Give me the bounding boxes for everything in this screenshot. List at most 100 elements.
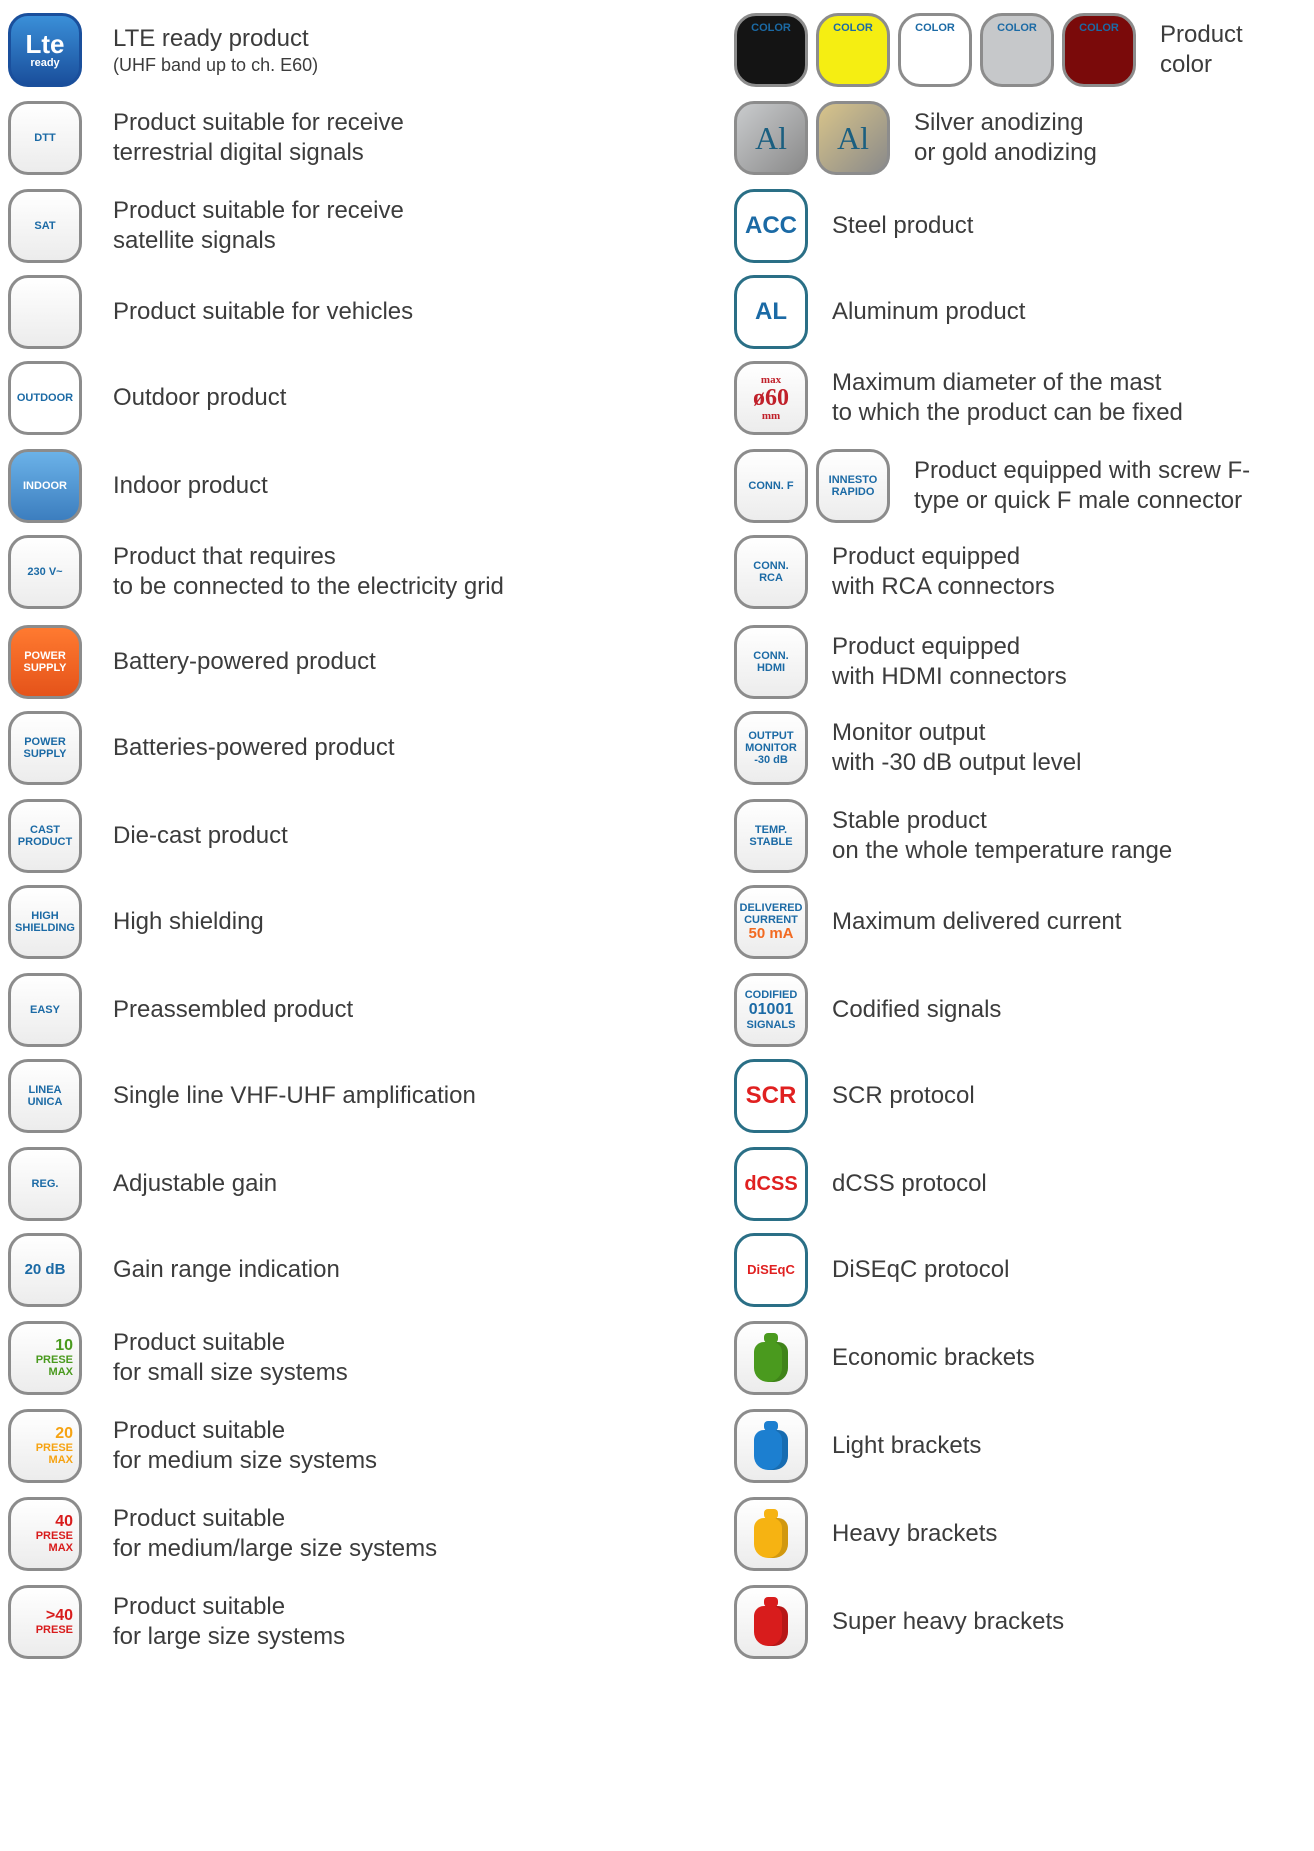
label-line: Indoor product xyxy=(113,472,268,499)
icon-label: MAX xyxy=(48,1542,73,1554)
weight-shape xyxy=(754,1333,788,1382)
icon-group: EASY xyxy=(8,973,82,1047)
row-temp: TEMP. STABLE Stable product on the whole te… xyxy=(710,796,1172,876)
label-line: Product suitable xyxy=(113,1417,286,1444)
icon-group: CONN. HDMI xyxy=(734,625,808,699)
label-line: with -30 dB output level xyxy=(832,749,1082,776)
row-indoor: INDOOR Indoor product xyxy=(0,446,650,526)
aluminum-icon: AL xyxy=(734,275,808,349)
icon-label: UNICA xyxy=(27,1096,63,1108)
satellite-dish-icon: SAT xyxy=(8,189,82,263)
right-label-color: Product color xyxy=(1160,20,1243,80)
row-p20: 20 PRESE MAX Product suitable for medium siz… xyxy=(0,1406,650,1486)
label-line: Product suitable xyxy=(113,1329,286,1356)
icon-label: SHIELDING xyxy=(15,922,75,934)
weight-red-icon xyxy=(734,1585,808,1659)
label-line: Maximum delivered current xyxy=(832,908,1122,935)
icon-label: DTT xyxy=(34,132,56,144)
label-line: Product suitable xyxy=(113,1505,286,1532)
right-label-anod: Silver anodizing or gold anodizing xyxy=(914,108,1097,168)
row-acc: ACC Steel product xyxy=(710,186,973,266)
row-product-color: COLOR COLOR COLOR COLOR COLOR Product color xyxy=(710,10,1243,90)
right-label-rca: Product equipped with RCA connectors xyxy=(832,542,1055,602)
label-line: Product suitable for receive xyxy=(113,109,404,136)
left-label-lte: LTE ready product (UHF band up to ch. E60… xyxy=(113,24,318,76)
icon-label: ACC xyxy=(745,212,797,239)
row-rca: CONN. RCA Product equipped with RCA connect… xyxy=(710,532,1055,612)
single-line-icon: LINEA UNICA xyxy=(8,1059,82,1133)
gain-range-icon: 20 dB xyxy=(8,1233,82,1307)
icon-group: max ø60 mm xyxy=(734,361,808,435)
swatch-label: COLOR xyxy=(997,22,1037,34)
swatch-label: COLOR xyxy=(833,22,873,34)
icon-group: dCSS xyxy=(734,1147,808,1221)
label-line: Super heavy brackets xyxy=(832,1608,1065,1635)
label-line: color xyxy=(1160,51,1213,78)
icon-group: CODIFIED 01001 SIGNALS xyxy=(734,973,808,1047)
label-line: Gain range indication xyxy=(113,1256,340,1283)
icon-label: TEMP. xyxy=(754,824,788,836)
mast-diameter-icon: max ø60 mm xyxy=(734,361,808,435)
icon-group: 20 PRESE MAX xyxy=(8,1409,82,1483)
row-current: DELIVERED CURRENT 50 mA Maximum delivered c… xyxy=(710,882,1121,962)
row-grid: 230 V~ Product that requires to be connect… xyxy=(0,532,650,612)
icon-label: Lte xyxy=(25,29,65,59)
row-battery: POWER SUPPLY Battery-powered product xyxy=(0,622,650,702)
icon-label: DiSEqC xyxy=(747,1262,795,1277)
weight-handle xyxy=(764,1333,778,1343)
left-label-outdoor: Outdoor product xyxy=(113,383,286,413)
right-label-hdmi: Product equipped with HDMI connectors xyxy=(832,632,1067,692)
row-easy: EASY Preassembled product xyxy=(0,970,650,1050)
color-swatch: COLOR xyxy=(898,13,972,87)
icon-label: INDOOR xyxy=(23,480,67,492)
icon-label: SAT xyxy=(34,220,56,232)
swatch-label: COLOR xyxy=(915,22,955,34)
icon-group: DTT xyxy=(8,101,82,175)
left-label-p10: Product suitable for small size systems xyxy=(113,1328,348,1388)
row-diecast: CAST PRODUCT Die-cast product xyxy=(0,796,650,876)
icon-label: SCR xyxy=(745,1082,797,1109)
icon-label: HIGH xyxy=(31,910,59,922)
label-line: Product suitable for vehicles xyxy=(113,298,414,325)
icon-label: CONN. xyxy=(753,650,789,662)
row-heavy: Heavy brackets xyxy=(710,1494,997,1574)
gold-al-icon: Al xyxy=(816,101,890,175)
row-diseqc: DiSEqC DiSEqC protocol xyxy=(710,1230,1009,1310)
left-label-dtt: Product suitable for receive terrestrial … xyxy=(113,108,404,168)
icon-label: CONN. F xyxy=(748,480,794,492)
easy-tools-icon: EASY xyxy=(8,973,82,1047)
label-line: Product suitable for receive xyxy=(113,197,404,224)
label-line: on the whole temperature range xyxy=(832,837,1173,864)
weight-shape xyxy=(754,1597,788,1646)
label-line: to be connected to the electricity grid xyxy=(113,573,504,600)
icon-label: 20 dB xyxy=(24,1261,66,1278)
icon-group: HIGH SHIELDING xyxy=(8,885,82,959)
icon-label: STABLE xyxy=(749,836,793,848)
icon-group: CONN. F INNESTO RAPIDO xyxy=(734,449,890,523)
scr-icon: SCR xyxy=(734,1059,808,1133)
icon-label: CONN. xyxy=(753,560,789,572)
icon-label: Al xyxy=(837,120,869,156)
icon-label: 01001 xyxy=(748,1001,794,1018)
left-label-indoor: Indoor product xyxy=(113,471,268,501)
label-line: Stable product xyxy=(832,807,987,834)
right-label-temp: Stable product on the whole temperature r… xyxy=(832,806,1172,866)
icon-label: PRESE xyxy=(35,1530,73,1542)
left-label-p40: Product suitable for medium/large size sy… xyxy=(113,1504,437,1564)
right-label-eco: Economic brackets xyxy=(832,1343,1035,1373)
color-swatches: COLOR COLOR COLOR COLOR COLOR xyxy=(734,13,1136,87)
label-line: type or quick F male connector xyxy=(914,487,1243,514)
row-mast: max ø60 mm Maximum diameter of the mast to w… xyxy=(710,358,1183,438)
icon-label: CODIFIED xyxy=(744,989,798,1001)
icon-group: CONN. RCA xyxy=(734,535,808,609)
row-dtt: DTT Product suitable for receive terrestri… xyxy=(0,98,650,178)
thermometer-icon: TEMP. STABLE xyxy=(734,799,808,873)
icon-group: 20 dB xyxy=(8,1233,82,1307)
right-label-codified: Codified signals xyxy=(832,995,1001,1025)
label-line: Codified signals xyxy=(832,996,1002,1023)
row-al: AL Aluminum product xyxy=(710,272,1025,352)
row-codified: CODIFIED 01001 SIGNALS Codified signals xyxy=(710,970,1001,1050)
label-line: Light brackets xyxy=(832,1432,982,1459)
icon-label: POWER xyxy=(24,736,66,748)
icon-group: OUTDOOR xyxy=(8,361,82,435)
